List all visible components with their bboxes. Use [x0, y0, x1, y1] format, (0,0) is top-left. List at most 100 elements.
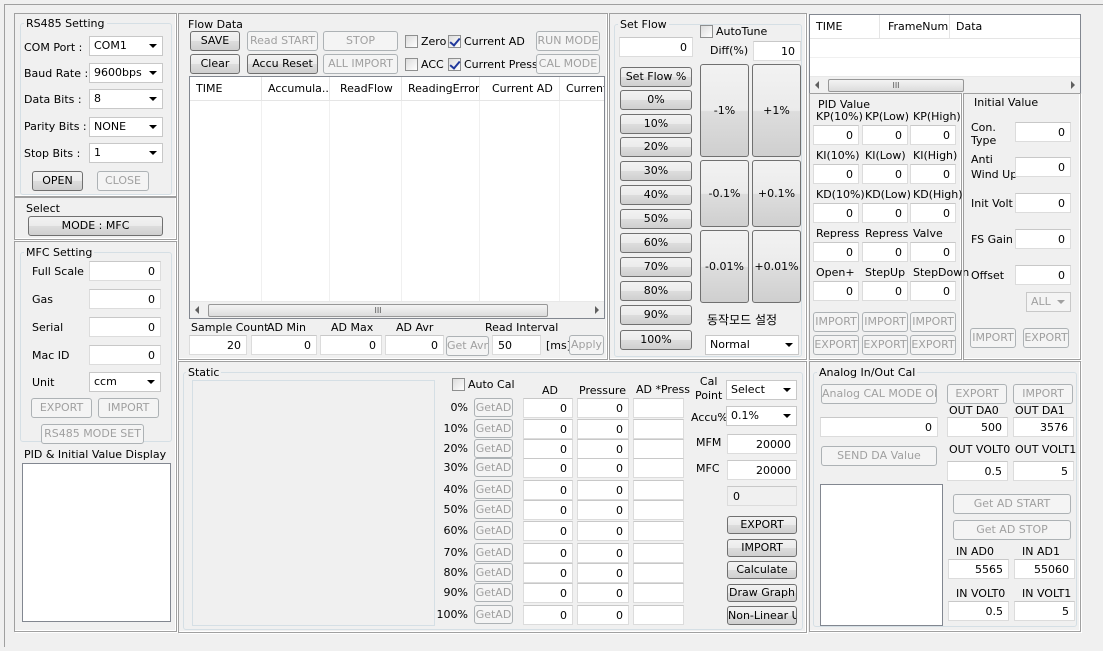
pid-import-2-button[interactable]: IMPORT [862, 312, 908, 332]
static-ad-field[interactable]: 0 [523, 605, 573, 625]
static-ad-press-field[interactable] [633, 605, 684, 625]
cal-point-select[interactable]: Select [726, 380, 797, 400]
plus-0-01-button[interactable]: +0.01% [752, 230, 801, 303]
pid-value-field[interactable]: 0 [813, 242, 859, 262]
col-current-ad[interactable]: Current AD [480, 77, 560, 100]
full-scale-field[interactable]: 0 [89, 261, 161, 281]
pid-value-field[interactable]: 0 [862, 281, 908, 301]
set-flow-70-percent-button[interactable]: 70% [620, 257, 692, 277]
static-import-button[interactable]: IMPORT [727, 539, 797, 557]
scroll-left-icon[interactable] [195, 306, 199, 314]
get-ad-button[interactable]: GetAD [474, 563, 513, 582]
static-pressure-field[interactable]: 0 [577, 398, 629, 418]
static-pressure-field[interactable]: 0 [577, 521, 629, 541]
col-time[interactable]: TIME [190, 77, 262, 100]
col-time[interactable]: TIME [810, 15, 880, 38]
scroll-right-icon[interactable] [595, 306, 599, 314]
pid-value-field[interactable]: 0 [813, 164, 859, 184]
scroll-thumb[interactable]: III [208, 304, 548, 317]
scroll-right-icon[interactable] [1071, 81, 1075, 89]
get-ad-button[interactable]: GetAD [474, 439, 513, 458]
get-ad-button[interactable]: GetAD [474, 419, 513, 438]
col-readflow[interactable]: ReadFlow [330, 77, 402, 100]
initial-import-button[interactable]: IMPORT [970, 328, 1016, 348]
set-flow-percent-button[interactable]: Set Flow % [620, 67, 692, 87]
pid-value-field[interactable]: 0 [862, 125, 908, 145]
get-ad-button[interactable]: GetAD [474, 458, 513, 477]
data-bits-select[interactable]: 8 [89, 89, 163, 109]
set-flow-50-percent-button[interactable]: 50% [620, 209, 692, 229]
pid-value-field[interactable]: 0 [910, 125, 956, 145]
pid-value-field[interactable]: 0 [910, 164, 956, 184]
pid-value-field[interactable]: 0 [910, 242, 956, 262]
initial-export-button[interactable]: EXPORT [1023, 328, 1069, 348]
static-ad-press-field[interactable] [633, 563, 684, 583]
ad-max-field[interactable]: 0 [320, 335, 382, 355]
get-avr-button[interactable]: Get Avr [446, 336, 489, 356]
static-ad-press-field[interactable] [633, 521, 684, 541]
pid-value-field[interactable]: 0 [862, 203, 908, 223]
out-da1-field[interactable]: 3576 [1013, 417, 1074, 437]
get-ad-button[interactable]: GetAD [474, 521, 513, 540]
offset-field[interactable]: 0 [1015, 265, 1071, 285]
pid-value-field[interactable]: 0 [862, 242, 908, 262]
static-pressure-field[interactable]: 0 [577, 543, 629, 563]
non-linear-up-button[interactable]: Non-Linear UP [727, 606, 797, 625]
mfc-import-button[interactable]: IMPORT [98, 398, 159, 418]
ad-avr-field[interactable]: 0 [385, 335, 444, 355]
calculate-button[interactable]: Calculate [727, 561, 797, 579]
static-ad-press-field[interactable] [633, 500, 684, 520]
out-volt0-field[interactable]: 0.5 [947, 461, 1008, 481]
close-button[interactable]: CLOSE [97, 171, 149, 191]
static-pressure-field[interactable]: 0 [577, 458, 629, 478]
out-volt1-field[interactable]: 5 [1013, 461, 1074, 481]
static-ad-press-field[interactable] [633, 458, 684, 478]
static-ad-press-field[interactable] [633, 398, 684, 418]
gas-field[interactable]: 0 [89, 289, 161, 309]
serial-field[interactable]: 0 [89, 317, 161, 337]
clear-button[interactable]: Clear [190, 54, 240, 74]
static-ad-field[interactable]: 0 [523, 458, 573, 478]
static-ad-press-field[interactable] [633, 543, 684, 563]
stop-button[interactable]: STOP [323, 31, 398, 51]
scroll-thumb[interactable]: III [828, 79, 964, 92]
static-pressure-field[interactable]: 0 [577, 605, 629, 625]
com-port-select[interactable]: COM1 [89, 36, 163, 56]
apply-button[interactable]: Apply [569, 335, 604, 355]
unit-select[interactable]: ccm [89, 372, 161, 392]
pid-import-3-button[interactable]: IMPORT [910, 312, 956, 332]
set-flow-90-percent-button[interactable]: 90% [620, 305, 692, 325]
static-ad-press-field[interactable] [633, 480, 684, 500]
current-press-checkbox[interactable]: Current Press [448, 58, 538, 71]
static-ad-field[interactable]: 0 [523, 500, 573, 520]
minus-1-button[interactable]: -1% [700, 64, 749, 157]
send-da-value-button[interactable]: SEND DA Value [821, 446, 937, 466]
analog-import-button[interactable]: IMPORT [1013, 384, 1073, 404]
set-flow-100-percent-button[interactable]: 100% [620, 330, 692, 350]
pid-value-field[interactable]: 0 [813, 281, 859, 301]
pid-import-1-button[interactable]: IMPORT [813, 312, 859, 332]
col-reading-error[interactable]: ReadingError [402, 77, 480, 100]
static-ad-press-field[interactable] [633, 439, 684, 459]
get-ad-button[interactable]: GetAD [474, 398, 513, 417]
static-pressure-field[interactable]: 0 [577, 583, 629, 603]
anti-windup-field[interactable]: 0 [1015, 157, 1071, 177]
run-mode-button[interactable]: RUN MODE [536, 31, 600, 51]
ad-min-field[interactable]: 0 [251, 335, 317, 355]
get-ad-start-button[interactable]: Get AD START [953, 494, 1071, 514]
draw-graph-button[interactable]: Draw Graph [727, 584, 797, 602]
zero-checkbox[interactable]: Zero [405, 35, 446, 48]
pid-value-field[interactable]: 0 [813, 203, 859, 223]
out-da0-field[interactable]: 500 [947, 417, 1008, 437]
sample-count-field[interactable]: 20 [189, 335, 247, 355]
get-ad-stop-button[interactable]: Get AD STOP [953, 520, 1071, 540]
mac-id-field[interactable]: 0 [89, 345, 161, 365]
read-start-button[interactable]: Read START [247, 31, 318, 51]
static-ad-field[interactable]: 0 [523, 439, 573, 459]
init-volt-field[interactable]: 0 [1015, 193, 1071, 213]
con-type-field[interactable]: 0 [1015, 122, 1071, 142]
cal-mode-button[interactable]: CAL MODE [536, 54, 600, 74]
col-current[interactable]: Current [560, 77, 604, 100]
analog-log-box[interactable] [820, 484, 943, 626]
static-pressure-field[interactable]: 0 [577, 419, 629, 439]
